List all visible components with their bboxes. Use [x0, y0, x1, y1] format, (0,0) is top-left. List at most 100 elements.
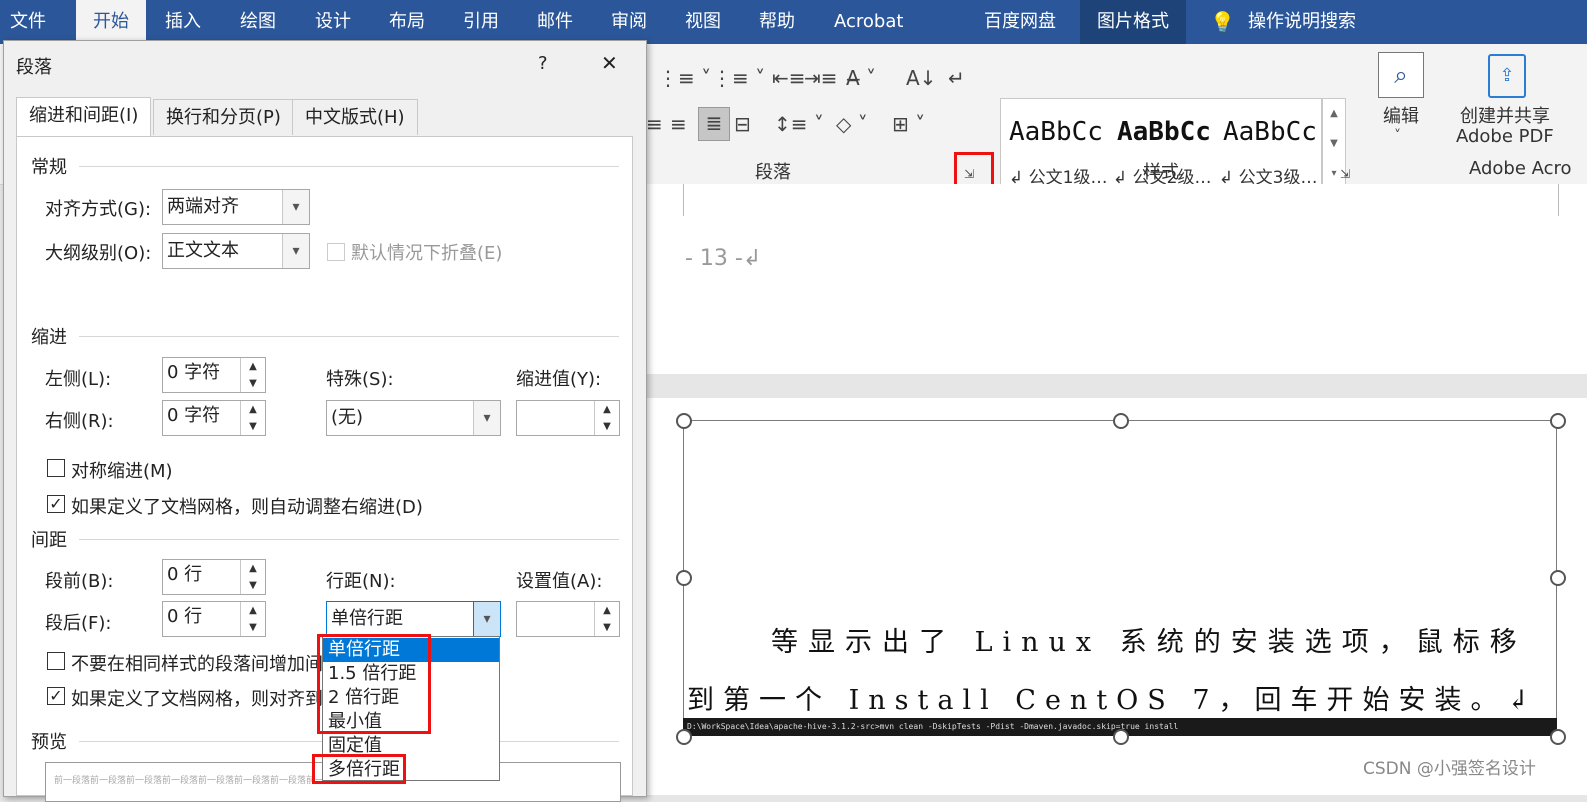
- tab-home[interactable]: 开始: [76, 0, 146, 44]
- auto-right-indent-checkbox[interactable]: ✓: [47, 495, 65, 513]
- spin-up-icon[interactable]: ▲: [595, 401, 619, 418]
- spin-up-icon[interactable]: ▲: [241, 401, 265, 418]
- tab-help[interactable]: 帮助: [759, 0, 795, 44]
- shading-icon[interactable]: ◇ ˅: [836, 112, 868, 136]
- sort-icon[interactable]: A↓: [906, 66, 936, 90]
- space-before-label: 段前(B):: [45, 571, 114, 592]
- tab-layout[interactable]: 布局: [389, 0, 425, 44]
- tab-baidu-netdisk[interactable]: 百度网盘: [984, 0, 1056, 44]
- tab-review[interactable]: 审阅: [611, 0, 647, 44]
- align-center-icon[interactable]: ≡: [646, 112, 663, 136]
- indent-right-value: 0 字符: [167, 405, 221, 426]
- special-select[interactable]: (无) ▾: [326, 400, 501, 436]
- chevron-down-icon[interactable]: ▾: [473, 602, 500, 636]
- resize-handle[interactable]: [1550, 570, 1566, 586]
- alignment-select[interactable]: 两端对齐 ▾: [162, 189, 310, 225]
- line-spacing-select[interactable]: 单倍行距 ▾: [326, 601, 501, 637]
- indent-left-spinner[interactable]: 0 字符 ▲ ▼: [162, 357, 266, 393]
- space-before-spinner[interactable]: 0 行 ▲ ▼: [162, 559, 266, 595]
- align-right-icon[interactable]: ≡: [670, 112, 687, 136]
- tab-design[interactable]: 设计: [315, 0, 351, 44]
- group-label-adobe: Adobe Acro: [1469, 158, 1572, 179]
- search-icon[interactable]: ⌕: [1378, 52, 1424, 98]
- style-preview-1[interactable]: AaBbCc: [1009, 117, 1109, 147]
- numbering-icon[interactable]: ⋮≡ ˅: [658, 66, 711, 90]
- indent-right-spinner[interactable]: 0 字符 ▲ ▼: [162, 400, 266, 436]
- increase-indent-icon[interactable]: ⇥≡: [804, 66, 838, 90]
- asian-layout-icon[interactable]: A̶ ˅: [846, 66, 876, 90]
- tab-mailings[interactable]: 邮件: [537, 0, 573, 44]
- help-button[interactable]: ?: [538, 53, 548, 74]
- outline-value: 正文文本: [167, 240, 239, 261]
- chevron-down-icon[interactable]: ▾: [473, 401, 500, 435]
- lightbulb-icon: 💡: [1210, 10, 1235, 34]
- spin-up-icon[interactable]: ▲: [241, 560, 265, 577]
- resize-handle[interactable]: [1550, 729, 1566, 745]
- line-spacing-label: 行距(N):: [326, 571, 396, 592]
- at-spinner[interactable]: ▲ ▼: [516, 601, 620, 637]
- style-preview-3[interactable]: AaBbCc: [1223, 117, 1323, 147]
- resize-handle[interactable]: [676, 570, 692, 586]
- document-area[interactable]: - 13 -↲ 等显示出了 Linux 系统的安装选项，鼠标移 到第一个 Ins…: [645, 184, 1587, 795]
- indent-left-value: 0 字符: [167, 362, 221, 383]
- styles-launcher-icon[interactable]: ⇲: [1340, 162, 1350, 186]
- section-preview: 预览: [31, 732, 67, 753]
- style-preview-2[interactable]: AaBbCc: [1117, 117, 1217, 147]
- distributed-icon[interactable]: ⊟: [734, 112, 751, 136]
- adobe-pdf-label[interactable]: Adobe PDF: [1456, 126, 1554, 147]
- tab-draw[interactable]: 绘图: [240, 0, 276, 44]
- spin-down-icon[interactable]: ▼: [241, 577, 265, 594]
- no-space-same-style-checkbox[interactable]: [47, 652, 65, 670]
- close-icon[interactable]: ✕: [601, 51, 618, 75]
- tab-file[interactable]: 文件: [10, 0, 70, 44]
- spin-up-icon[interactable]: ▲: [595, 602, 619, 619]
- tab-indents-spacing[interactable]: 缩进和间距(I): [16, 97, 152, 137]
- spin-down-icon[interactable]: ▼: [595, 418, 619, 435]
- mirror-indent-checkbox[interactable]: [47, 459, 65, 477]
- chevron-down-icon[interactable]: ▾: [282, 190, 309, 224]
- auto-right-indent-label: 如果定义了文档网格，则自动调整右缩进(D): [71, 497, 423, 518]
- indent-by-spinner[interactable]: ▲ ▼: [516, 400, 620, 436]
- tab-picture-format[interactable]: 图片格式: [1080, 0, 1186, 44]
- tab-references[interactable]: 引用: [463, 0, 499, 44]
- mirror-indent-label: 对称缩进(M): [71, 461, 173, 482]
- resize-handle[interactable]: [1113, 729, 1129, 745]
- space-after-label: 段后(F):: [45, 613, 112, 634]
- show-marks-icon[interactable]: ↵: [948, 66, 965, 90]
- share-pdf-icon[interactable]: ⇪: [1488, 54, 1526, 98]
- outline-level-select[interactable]: 正文文本 ▾: [162, 233, 310, 269]
- collapse-checkbox[interactable]: [327, 243, 345, 261]
- justify-icon[interactable]: ≣: [698, 107, 730, 141]
- spin-up-icon[interactable]: ▲: [241, 358, 265, 375]
- tab-view[interactable]: 视图: [685, 0, 721, 44]
- spin-down-icon[interactable]: ▼: [241, 418, 265, 435]
- page-top: - 13 -↲: [645, 184, 1587, 374]
- tab-line-page-breaks[interactable]: 换行和分页(P): [153, 99, 294, 135]
- snap-to-grid-checkbox[interactable]: ✓: [47, 687, 65, 705]
- outline-label: 大纲级别(O):: [45, 243, 152, 264]
- section-general: 常规: [31, 157, 67, 178]
- spin-down-icon[interactable]: ▼: [241, 619, 265, 636]
- multilevel-list-icon[interactable]: ⋮≡ ˅: [712, 66, 765, 90]
- resize-handle[interactable]: [676, 413, 692, 429]
- chevron-down-icon[interactable]: ▾: [282, 234, 309, 268]
- tell-me-search[interactable]: 操作说明搜索: [1248, 0, 1356, 44]
- resize-handle[interactable]: [676, 729, 692, 745]
- spin-up-icon[interactable]: ▲: [241, 602, 265, 619]
- space-after-spinner[interactable]: 0 行 ▲ ▼: [162, 601, 266, 637]
- watermark: CSDN @小强签名设计: [1363, 759, 1536, 779]
- tab-acrobat[interactable]: Acrobat: [834, 0, 903, 44]
- tab-insert[interactable]: 插入: [165, 0, 201, 44]
- resize-handle[interactable]: [1550, 413, 1566, 429]
- spin-down-icon[interactable]: ▼: [595, 619, 619, 636]
- tab-asian-typography[interactable]: 中文版式(H): [292, 99, 418, 135]
- resize-handle[interactable]: [1113, 413, 1129, 429]
- indent-right-label: 右侧(R):: [45, 411, 114, 432]
- line-spacing-icon[interactable]: ↕≡ ˅: [774, 112, 824, 136]
- spin-down-icon[interactable]: ▼: [241, 375, 265, 392]
- decrease-indent-icon[interactable]: ⇤≡: [772, 66, 806, 90]
- create-share-label[interactable]: 创建并共享: [1460, 102, 1550, 128]
- edit-button[interactable]: 编辑: [1383, 102, 1419, 128]
- borders-icon[interactable]: ⊞ ˅: [892, 112, 925, 136]
- dialog-title: 段落: [16, 57, 52, 78]
